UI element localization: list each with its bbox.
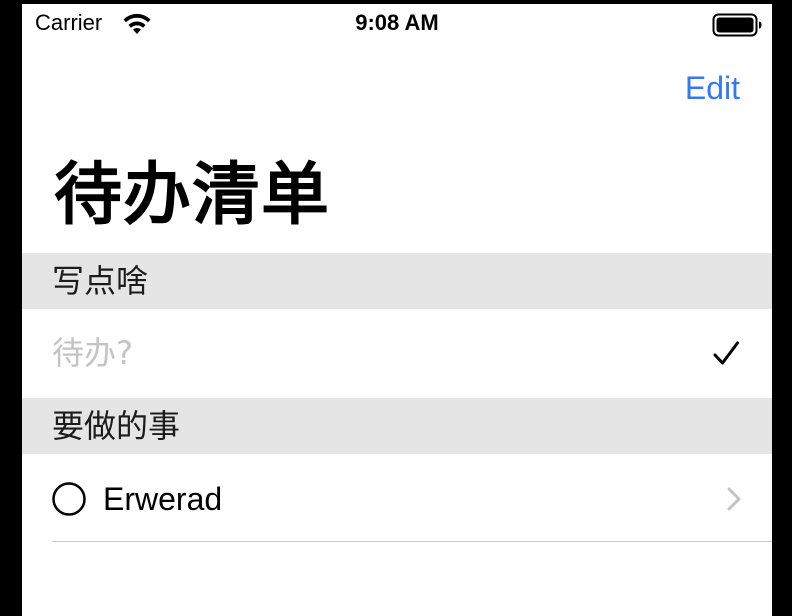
section-header-todos: 要做的事 [22, 398, 772, 454]
chevron-right-icon [727, 487, 741, 511]
todo-label: Erwerad [103, 481, 223, 517]
todo-row[interactable]: Erwerad [22, 454, 772, 542]
clock: 9:08 AM [355, 10, 439, 35]
section-header-write: 写点啥 [22, 253, 772, 309]
edit-button[interactable]: Edit [685, 70, 740, 107]
circle-icon[interactable] [52, 482, 86, 516]
new-todo-input[interactable] [52, 331, 652, 375]
device-frame: Carrier 9:08 AM Edit 待办清单 写点啥 待办? 要做的事 E… [0, 0, 792, 616]
section-header-label: 写点啥 [52, 262, 149, 300]
battery-icon [712, 13, 762, 37]
checkmark-icon[interactable] [712, 340, 740, 368]
status-bar: Carrier 9:08 AM [22, 4, 772, 46]
app-screen: Carrier 9:08 AM Edit 待办清单 写点啥 待办? 要做的事 E… [22, 4, 772, 616]
page-title: 待办清单 [54, 156, 331, 235]
new-todo-row [22, 309, 772, 398]
section-header-label: 要做的事 [52, 407, 181, 445]
row-separator [52, 541, 772, 542]
